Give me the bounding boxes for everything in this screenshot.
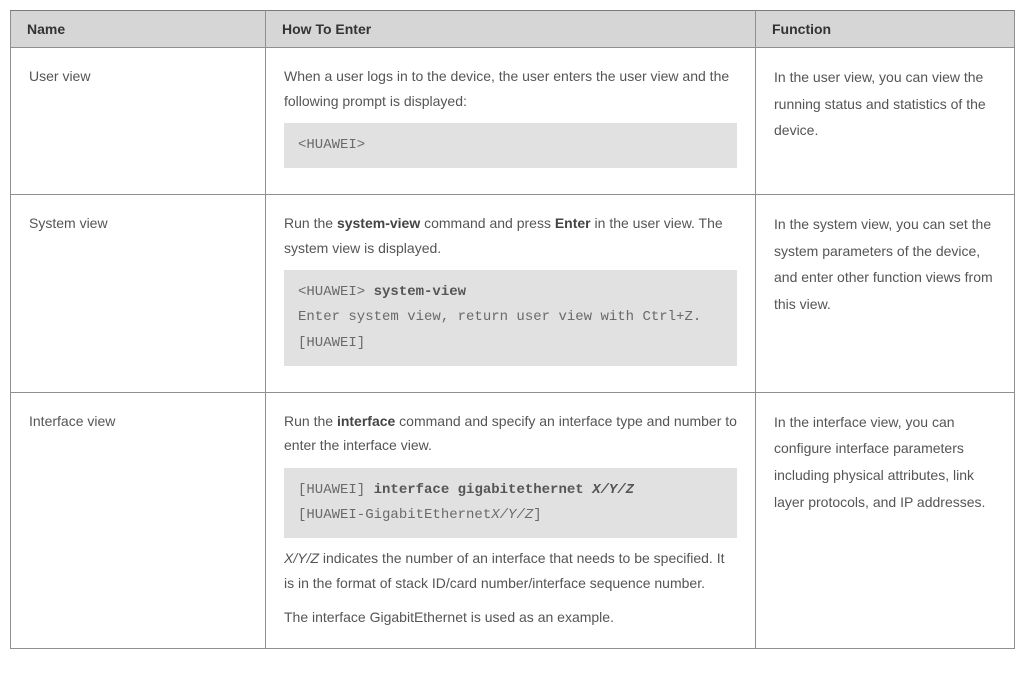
how-cell: When a user logs in to the device, the u…: [266, 48, 756, 195]
bold-command: interface: [337, 413, 395, 429]
how-cell: Run the system-view command and press En…: [266, 195, 756, 393]
code-italic: X/Y/Z: [491, 507, 533, 523]
text-fragment: Run the: [284, 413, 337, 429]
how-cell: Run the interface command and specify an…: [266, 392, 756, 648]
how-intro-text: When a user logs in to the device, the u…: [284, 64, 737, 113]
code-text: <HUAWEI>: [298, 284, 374, 300]
code-italic: X/Y/Z: [592, 482, 634, 498]
text-fragment: command and press: [420, 215, 555, 231]
code-line: [HUAWEI] interface gigabitethernet X/Y/Z: [298, 478, 723, 503]
name-cell: System view: [11, 195, 266, 393]
table-row: User view When a user logs in to the dev…: [11, 48, 1015, 195]
table-header-row: Name How To Enter Function: [11, 11, 1015, 48]
col-header-how: How To Enter: [266, 11, 756, 48]
table-row: Interface view Run the interface command…: [11, 392, 1015, 648]
col-header-name: Name: [11, 11, 266, 48]
code-bold: interface gigabitethernet X/Y/Z: [374, 482, 634, 498]
text-fragment: Run the: [284, 215, 337, 231]
code-text: [HUAWEI]: [298, 482, 374, 498]
name-cell: Interface view: [11, 392, 266, 648]
italic-fragment: X/Y/Z: [284, 550, 319, 566]
code-line: Enter system view, return user view with…: [298, 305, 723, 330]
note-text: The interface GigabitEthernet is used as…: [284, 605, 737, 630]
note-text: X/Y/Z indicates the number of an interfa…: [284, 546, 737, 595]
views-table: Name How To Enter Function User view Whe…: [10, 10, 1015, 649]
code-line: [HUAWEI]: [298, 331, 723, 356]
table-row: System view Run the system-view command …: [11, 195, 1015, 393]
code-text: ]: [533, 507, 541, 523]
bold-command: system-view: [337, 215, 420, 231]
code-line: <HUAWEI> system-view: [298, 280, 723, 305]
code-line: [HUAWEI-GigabitEthernetX/Y/Z]: [298, 503, 723, 528]
function-cell: In the user view, you can view the runni…: [756, 48, 1015, 195]
function-cell: In the interface view, you can configure…: [756, 392, 1015, 648]
name-cell: User view: [11, 48, 266, 195]
text-fragment: indicates the number of an interface tha…: [284, 550, 725, 591]
code-block: <HUAWEI> system-view Enter system view, …: [284, 270, 737, 366]
code-block: [HUAWEI] interface gigabitethernet X/Y/Z…: [284, 468, 737, 538]
how-intro-text: Run the system-view command and press En…: [284, 211, 737, 260]
function-cell: In the system view, you can set the syst…: [756, 195, 1015, 393]
how-intro-text: Run the interface command and specify an…: [284, 409, 737, 458]
code-text: interface gigabitethernet: [374, 482, 592, 498]
col-header-function: Function: [756, 11, 1015, 48]
code-bold: system-view: [374, 284, 466, 300]
code-block: <HUAWEI>: [284, 123, 737, 168]
bold-key: Enter: [555, 215, 591, 231]
code-line: <HUAWEI>: [298, 133, 723, 158]
code-text: [HUAWEI-GigabitEthernet: [298, 507, 491, 523]
